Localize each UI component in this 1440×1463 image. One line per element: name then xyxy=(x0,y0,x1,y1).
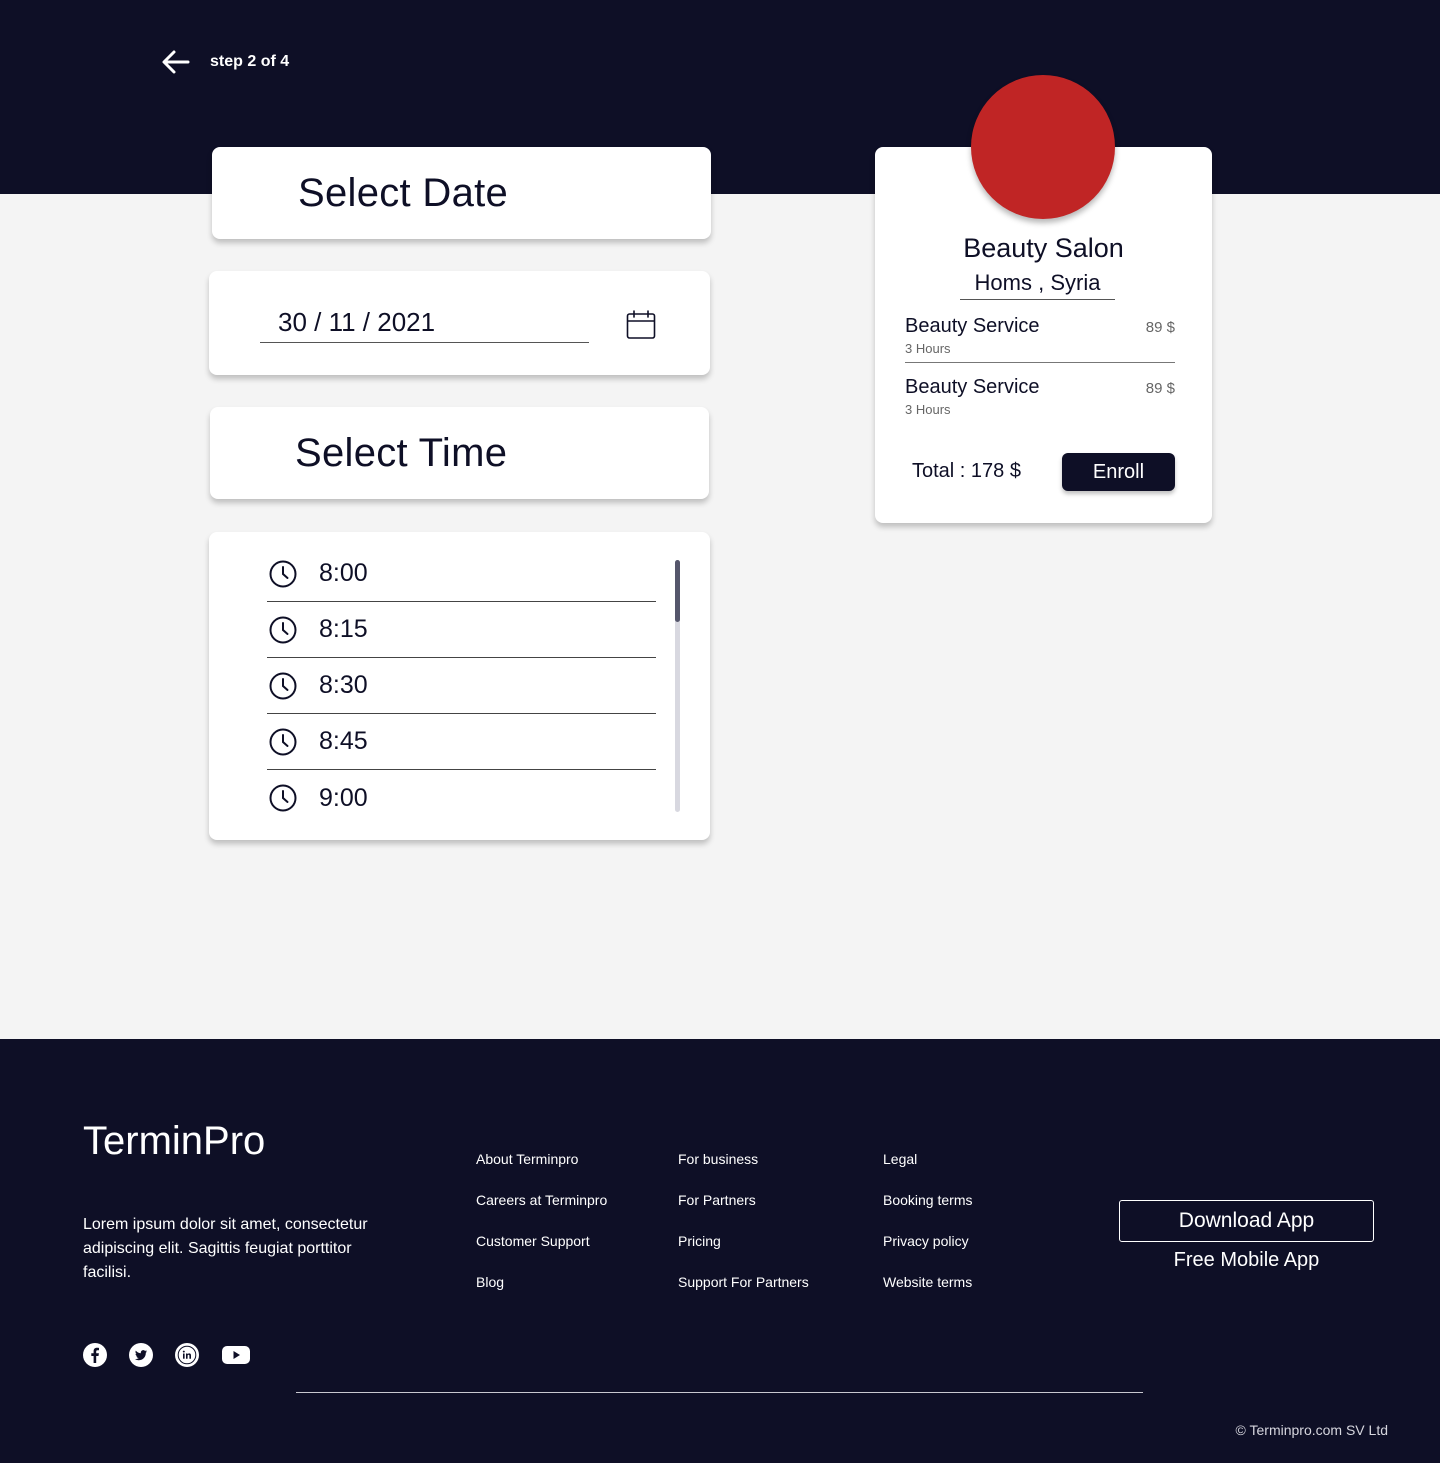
footer-link[interactable]: About Terminpro xyxy=(476,1150,607,1191)
footer-link[interactable]: Careers at Terminpro xyxy=(476,1191,607,1232)
linkedin-icon[interactable] xyxy=(175,1343,199,1367)
footer-link[interactable]: Booking terms xyxy=(883,1191,972,1232)
footer-divider xyxy=(296,1392,1143,1393)
footer-tagline: Lorem ipsum dolor sit amet, consectetur … xyxy=(83,1216,368,1281)
back-navigation[interactable]: step 2 of 4 xyxy=(160,46,289,78)
facebook-icon[interactable] xyxy=(83,1343,107,1367)
time-slot-label: 8:30 xyxy=(319,671,368,699)
footer-column-company: About Terminpro Careers at Terminpro Cus… xyxy=(476,1150,607,1314)
service-item: Beauty Service 3 Hours 89 $ xyxy=(905,376,1175,424)
salon-avatar xyxy=(971,75,1115,219)
footer-link[interactable]: Customer Support xyxy=(476,1232,607,1273)
footer-link[interactable]: Website terms xyxy=(883,1273,972,1314)
copyright: © Terminpro.com SV Ltd xyxy=(1235,1422,1388,1438)
service-item: Beauty Service 3 Hours 89 $ xyxy=(905,315,1175,363)
service-name: Beauty Service xyxy=(905,315,1040,337)
footer-link[interactable]: Blog xyxy=(476,1273,607,1314)
time-slot-list: 8:00 8:15 8:30 8:45 9:00 xyxy=(209,532,710,840)
download-app-button[interactable]: Download App xyxy=(1119,1200,1374,1242)
service-duration: 3 Hours xyxy=(905,402,951,417)
footer-link[interactable]: Legal xyxy=(883,1150,972,1191)
footer-column-legal: Legal Booking terms Privacy policy Websi… xyxy=(883,1150,972,1314)
time-slot-label: 8:45 xyxy=(319,727,368,755)
service-price: 89 $ xyxy=(1145,319,1175,336)
footer-link[interactable]: Support For Partners xyxy=(678,1273,809,1314)
clock-icon xyxy=(269,616,297,643)
date-input[interactable]: 30 / 11 / 2021 xyxy=(260,307,589,343)
social-links xyxy=(83,1343,251,1367)
salon-name: Beauty Salon xyxy=(963,233,1124,263)
footer-brand: TerminPro xyxy=(83,1119,266,1163)
time-slot[interactable]: 9:00 xyxy=(267,770,656,826)
time-slot[interactable]: 8:15 xyxy=(267,602,656,658)
footer-link[interactable]: For business xyxy=(678,1150,809,1191)
time-slot-label: 8:00 xyxy=(319,559,368,587)
enroll-button[interactable]: Enroll xyxy=(1062,453,1175,491)
step-indicator: step 2 of 4 xyxy=(210,53,290,70)
select-date-header: Select Date xyxy=(212,147,711,239)
service-duration: 3 Hours xyxy=(905,341,951,356)
clock-icon xyxy=(269,560,297,587)
select-time-header: Select Time xyxy=(210,407,709,499)
date-picker-card: 30 / 11 / 2021 xyxy=(209,271,710,375)
footer-link[interactable]: Pricing xyxy=(678,1232,809,1273)
service-price: 89 $ xyxy=(1145,380,1175,397)
date-value: 30 / 11 / 2021 xyxy=(278,307,436,337)
time-slot[interactable]: 8:00 xyxy=(267,546,656,602)
footer-column-business: For business For Partners Pricing Suppor… xyxy=(678,1150,809,1314)
select-time-title: Select Time xyxy=(295,430,508,475)
select-date-title: Select Date xyxy=(298,170,509,215)
youtube-icon[interactable] xyxy=(221,1343,251,1367)
download-app-subtitle: Free Mobile App xyxy=(1173,1249,1320,1271)
clock-icon xyxy=(269,672,297,699)
service-name: Beauty Service xyxy=(905,376,1040,398)
time-slot[interactable]: 8:45 xyxy=(267,714,656,770)
arrow-left-icon[interactable] xyxy=(160,46,192,78)
scrollbar-thumb[interactable] xyxy=(675,560,680,622)
clock-icon xyxy=(269,728,297,755)
twitter-icon[interactable] xyxy=(129,1343,153,1367)
footer-link[interactable]: Privacy policy xyxy=(883,1232,972,1273)
calendar-icon[interactable] xyxy=(625,309,657,341)
time-slot[interactable]: 8:30 xyxy=(267,658,656,714)
total-price: Total : 178 $ xyxy=(912,460,1021,482)
clock-icon xyxy=(269,784,297,812)
footer: TerminPro Lorem ipsum dolor sit amet, co… xyxy=(0,1039,1440,1463)
footer-link[interactable]: For Partners xyxy=(678,1191,809,1232)
salon-location: Homs , Syria xyxy=(960,270,1115,300)
time-slot-label: 8:15 xyxy=(319,615,368,643)
time-slot-label: 9:00 xyxy=(319,783,368,812)
